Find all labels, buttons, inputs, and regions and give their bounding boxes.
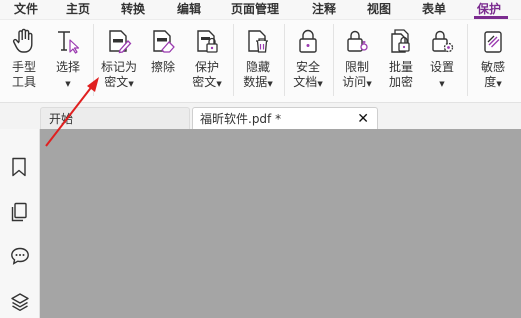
menu-comment[interactable]: 注释 (312, 1, 336, 17)
secure-document-dropdown-arrow: ▼ (317, 80, 323, 88)
hand-icon (12, 28, 33, 53)
mark-redaction-label-1: 标记为 (100, 60, 137, 74)
mark-redaction-dropdown-arrow: ▼ (128, 80, 134, 88)
secure-document-label-1: 安全 (295, 60, 320, 74)
hide-data-label-2: 数据 (243, 75, 268, 89)
bookmark-icon[interactable] (10, 157, 28, 177)
ribbon-separator (467, 24, 468, 96)
sensitivity-label-2: 度 (484, 75, 497, 89)
erase-label: 擦除 (150, 60, 175, 74)
restrict-access-button[interactable]: 限制 访问▼ (336, 20, 378, 100)
secure-document-label-2: 文档 (293, 75, 318, 89)
hand-tool-label-2: 工具 (11, 75, 36, 89)
lock-settings-icon (432, 30, 454, 53)
lock-icon (299, 29, 317, 53)
settings-dropdown-arrow: ▼ (439, 80, 445, 88)
trash-icon (248, 30, 268, 53)
ribbon-separator (333, 24, 334, 96)
ribbon-toolbar: 手型 工具 选择 ▼ 标记为 密文▼ 擦除 保护 密文▼ 隐藏 数据▼ 安全 文… (0, 20, 521, 103)
tab-document-label: 福昕软件.pdf * (200, 112, 282, 126)
protect-redaction-icon (197, 30, 218, 53)
tab-close-icon[interactable]: ✕ (357, 108, 369, 130)
select-button[interactable]: 选择 ▼ (48, 20, 88, 100)
layers-icon[interactable] (10, 292, 30, 312)
hide-data-dropdown-arrow: ▼ (267, 80, 273, 88)
ribbon-separator (284, 24, 285, 96)
hide-data-label-1: 隐藏 (245, 60, 270, 74)
menu-edit[interactable]: 编辑 (177, 1, 201, 17)
pages-icon[interactable] (10, 202, 28, 222)
mark-redaction-label-2: 密文 (104, 75, 129, 89)
protect-redaction-label-2: 密文 (192, 75, 217, 89)
menu-form[interactable]: 表单 (422, 1, 446, 17)
protect-redaction-label-1: 保护 (194, 60, 219, 74)
tab-start-label: 开始 (49, 112, 74, 126)
batch-encrypt-label-1: 批量 (388, 60, 413, 74)
batch-encrypt-icon (391, 29, 410, 53)
erase-button[interactable]: 擦除 (145, 20, 181, 100)
restrict-access-label-1: 限制 (344, 60, 369, 74)
ribbon-separator (233, 24, 234, 96)
menu-home[interactable]: 主页 (66, 1, 90, 17)
sensitivity-label-1: 敏感 (480, 60, 505, 74)
settings-button[interactable]: 设置 ▼ (422, 20, 462, 100)
text-select-icon (58, 31, 80, 54)
restrict-access-dropdown-arrow: ▼ (366, 80, 372, 88)
menu-file[interactable]: 文件 (14, 1, 38, 17)
mark-redaction-button[interactable]: 标记为 密文▼ (97, 20, 141, 100)
menu-view[interactable]: 视图 (367, 1, 391, 17)
menu-bar: 文件 主页 转换 编辑 页面管理 注释 视图 表单 保护 (0, 0, 521, 20)
restrict-access-label-2: 访问 (342, 75, 367, 89)
secure-document-button[interactable]: 安全 文档▼ (287, 20, 329, 100)
protect-redaction-button[interactable]: 保护 密文▼ (185, 20, 229, 100)
ribbon-separator (93, 24, 94, 96)
menu-page-management[interactable]: 页面管理 (231, 1, 279, 17)
batch-encrypt-label-2: 加密 (388, 75, 413, 89)
sensitivity-dropdown-arrow: ▼ (496, 80, 502, 88)
select-dropdown-arrow: ▼ (65, 80, 71, 88)
comment-icon[interactable] (10, 246, 30, 266)
mark-redaction-icon (109, 30, 132, 54)
tab-document[interactable]: 福昕软件.pdf * ✕ (192, 107, 378, 129)
hide-data-button[interactable]: 隐藏 数据▼ (236, 20, 280, 100)
batch-encrypt-button[interactable]: 批量 加密 (382, 20, 420, 100)
active-menu-underline (474, 16, 508, 19)
hand-tool-button[interactable]: 手型 工具 (4, 20, 44, 100)
tab-start[interactable]: 开始 (40, 107, 190, 129)
settings-label: 设置 (429, 60, 454, 74)
select-label: 选择 (55, 60, 80, 74)
restrict-access-icon (347, 30, 368, 52)
sensitivity-icon (484, 31, 502, 53)
menu-convert[interactable]: 转换 (121, 1, 145, 17)
menu-protect[interactable]: 保护 (477, 1, 501, 17)
sensitivity-button[interactable]: 敏感 度▼ (472, 20, 514, 100)
document-tab-bar: 开始 福昕软件.pdf * ✕ (0, 103, 521, 129)
protect-redaction-dropdown-arrow: ▼ (216, 80, 222, 88)
hand-tool-label-1: 手型 (11, 60, 36, 74)
left-panel-sidebar (0, 129, 40, 318)
eraser-icon (153, 30, 175, 53)
document-canvas[interactable] (40, 129, 521, 318)
